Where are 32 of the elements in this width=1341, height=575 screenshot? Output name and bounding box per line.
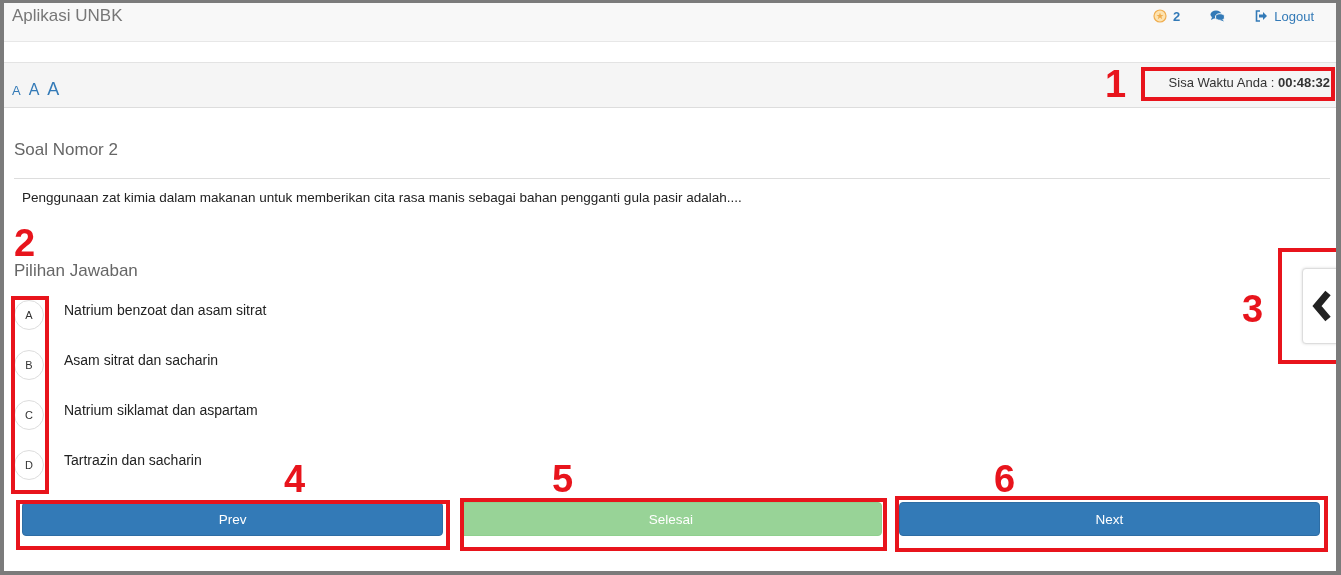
answer-text: Natrium benzoat dan asam sitrat <box>64 302 267 318</box>
chat-icon <box>1210 10 1226 22</box>
nav-button[interactable]: Prev <box>22 502 444 536</box>
callout-number: 3 <box>1242 290 1264 328</box>
question-number: Soal Nomor 2 <box>14 140 1330 179</box>
side-panel-toggle[interactable] <box>1302 268 1336 344</box>
callout-number: 6 <box>994 460 1016 498</box>
answer-choice-button[interactable]: D <box>14 450 44 480</box>
callout-number: 1 <box>1105 65 1127 103</box>
logout-link[interactable]: Logout <box>1255 8 1314 24</box>
font-size-link[interactable]: A <box>12 82 21 98</box>
answer-heading: Pilihan Jawaban <box>14 261 139 281</box>
notification-link[interactable]: 2 <box>1153 8 1181 24</box>
chat-link[interactable] <box>1210 10 1226 22</box>
answer-text: Asam sitrat dan sacharin <box>64 352 219 368</box>
font-size-link[interactable]: A <box>47 78 60 100</box>
nav-button[interactable]: Next <box>898 502 1320 536</box>
answer-text: Tartrazin dan sacharin <box>64 452 202 468</box>
time-remaining: Sisa Waktu Anda : 00:48:32 <box>1168 74 1330 90</box>
chevron-left-icon <box>1312 290 1332 322</box>
font-size-link[interactable]: A <box>28 80 40 99</box>
app-title: Aplikasi UNBK <box>12 6 123 26</box>
callout-number: 5 <box>552 460 574 498</box>
callout-number: 2 <box>14 224 36 262</box>
callout-number: 4 <box>284 460 306 498</box>
answer-choice-button[interactable]: C <box>14 400 44 430</box>
question-text: Penggunaan zat kimia dalam makanan untuk memberikan cita rasa manis sebagai bahan pengganti gula pasir adalah.... <box>22 190 743 205</box>
answer-text: Natrium siklamat dan aspartam <box>64 402 258 418</box>
answer-choice-button[interactable]: A <box>14 300 44 330</box>
star-badge-icon <box>1153 9 1167 23</box>
answer-choice-button[interactable]: B <box>14 350 44 380</box>
logout-icon <box>1255 10 1269 22</box>
